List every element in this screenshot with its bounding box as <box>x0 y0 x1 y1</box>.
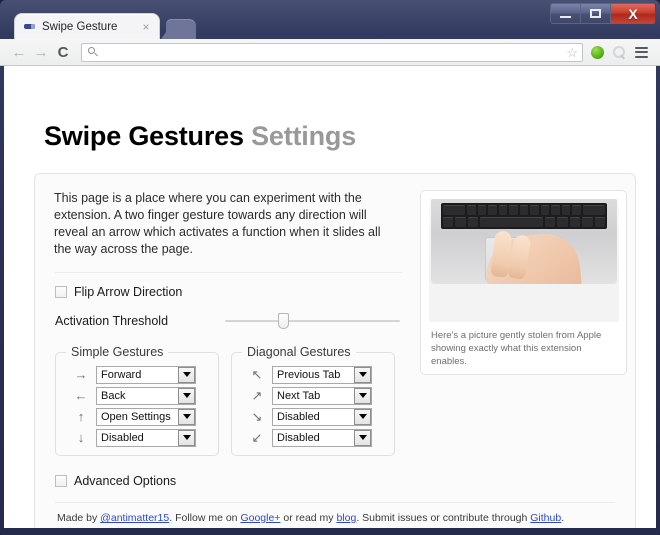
page-footer: Made by @antimatter15. Follow me on Goog… <box>57 512 619 524</box>
footer-text-2: . Follow me on <box>169 512 241 524</box>
activation-threshold-slider[interactable] <box>225 313 400 329</box>
new-tab-button[interactable] <box>166 19 196 39</box>
chevron-down-icon[interactable] <box>178 366 195 383</box>
gesture-row: ↓ Disabled <box>66 428 208 447</box>
select-value: Back <box>101 389 126 402</box>
chevron-down-icon[interactable] <box>178 429 195 446</box>
macbook-trackpad-two-finger-swipe-photo <box>429 199 619 322</box>
settings-right-column: Here's a picture gently stolen from Appl… <box>406 188 627 488</box>
swipe-gesture-favicon <box>23 20 36 33</box>
diagonal-gestures-fieldset: Diagonal Gestures ↖ Previous Tab ↗ Next … <box>231 345 395 456</box>
footer-divider <box>55 502 615 503</box>
footer-link-blog[interactable]: blog <box>336 512 356 524</box>
page-title-muted: Settings <box>251 121 357 151</box>
image-card: Here's a picture gently stolen from Appl… <box>420 190 627 375</box>
page-title-main: Swipe Gestures <box>44 121 244 151</box>
tab-title: Swipe Gesture <box>42 20 118 33</box>
diagonal-gesture-select-down-right[interactable]: Disabled <box>272 407 372 426</box>
chevron-down-icon[interactable] <box>354 408 371 425</box>
gesture-row: ↙ Disabled <box>242 428 384 447</box>
activation-threshold-label: Activation Threshold <box>55 314 169 328</box>
settings-left-column: This page is a place where you can exper… <box>51 188 406 488</box>
simple-gestures-fieldset: Simple Gestures → Forward ← Back ↑ Open … <box>55 345 219 456</box>
gesture-row: → Forward <box>66 365 208 384</box>
diagonal-gesture-select-down-left[interactable]: Disabled <box>272 428 372 447</box>
arrow-up-left-icon: ↖ <box>251 367 263 382</box>
tab-swipe-gesture[interactable]: Swipe Gesture × <box>14 13 160 39</box>
flip-arrow-direction-row[interactable]: Flip Arrow Direction <box>55 285 406 299</box>
settings-panel: This page is a place where you can exper… <box>34 173 636 528</box>
back-button[interactable]: ← <box>8 41 30 63</box>
footer-link-googleplus[interactable]: Google+ <box>240 512 280 524</box>
footer-link-github[interactable]: Github <box>530 512 561 524</box>
tab-strip: Swipe Gesture × <box>0 13 660 39</box>
simple-gesture-select-up[interactable]: Open Settings <box>96 407 196 426</box>
footer-text-5: . <box>561 512 565 524</box>
select-value: Next Tab <box>277 389 321 402</box>
chevron-down-icon[interactable] <box>178 408 195 425</box>
arrow-left-icon: ← <box>74 388 88 403</box>
gesture-row: ↖ Previous Tab <box>242 365 384 384</box>
advanced-options-label: Advanced Options <box>74 474 177 488</box>
settings-page: Swipe Gestures Settings This page is a p… <box>4 66 656 528</box>
activation-threshold-row: Activation Threshold <box>55 313 406 329</box>
intro-paragraph: This page is a place where you can exper… <box>54 191 381 256</box>
slider-track <box>225 320 400 322</box>
select-value: Open Settings <box>101 410 171 423</box>
browser-toolbar: ← → C ☆ <box>0 39 660 66</box>
chevron-down-icon[interactable] <box>178 387 195 404</box>
select-value: Disabled <box>277 410 320 423</box>
select-value: Disabled <box>101 431 144 444</box>
simple-gesture-select-right[interactable]: Forward <box>96 365 196 384</box>
arrow-up-right-icon: ↗ <box>251 388 263 403</box>
chevron-down-icon[interactable] <box>354 387 371 404</box>
select-value: Disabled <box>277 431 320 444</box>
chrome-menu-icon[interactable] <box>630 41 652 63</box>
diagonal-gesture-select-up-left[interactable]: Previous Tab <box>272 365 372 384</box>
chevron-down-icon[interactable] <box>354 366 371 383</box>
bookmark-star-icon[interactable]: ☆ <box>566 46 578 59</box>
extension-gray-icon[interactable] <box>608 41 630 63</box>
divider-top <box>55 272 402 273</box>
tab-close-icon[interactable]: × <box>139 21 153 33</box>
arrow-down-left-icon: ↙ <box>251 430 263 445</box>
search-icon <box>88 46 99 58</box>
forward-button[interactable]: → <box>30 41 52 63</box>
select-value: Forward <box>101 368 142 381</box>
arrow-down-right-icon: ↘ <box>251 409 263 424</box>
simple-gesture-select-left[interactable]: Back <box>96 386 196 405</box>
page-viewport: Swipe Gestures Settings This page is a p… <box>4 66 656 528</box>
address-input[interactable] <box>99 45 578 59</box>
chevron-down-icon[interactable] <box>354 429 371 446</box>
diagonal-gesture-select-up-right[interactable]: Next Tab <box>272 386 372 405</box>
address-bar[interactable]: ☆ <box>81 42 583 62</box>
gesture-row: ↘ Disabled <box>242 407 384 426</box>
flip-arrow-direction-label: Flip Arrow Direction <box>74 285 183 299</box>
simple-gestures-legend: Simple Gestures <box>71 345 164 359</box>
arrow-up-icon: ↑ <box>77 409 85 424</box>
gesture-row: ↑ Open Settings <box>66 407 208 426</box>
simple-gesture-select-down[interactable]: Disabled <box>96 428 196 447</box>
diagonal-gestures-legend: Diagonal Gestures <box>247 345 351 359</box>
footer-text-3: or read my <box>280 512 337 524</box>
select-value: Previous Tab <box>277 368 341 381</box>
slider-thumb[interactable] <box>277 313 289 329</box>
footer-text-1: Made by <box>57 512 101 524</box>
reload-button[interactable]: C <box>52 41 74 63</box>
footer-link-author[interactable]: @antimatter15 <box>100 512 169 524</box>
extension-green-icon[interactable] <box>586 41 608 63</box>
arrow-right-icon: → <box>74 367 88 382</box>
advanced-options-row[interactable]: Advanced Options <box>55 474 406 488</box>
keyboard-illustration <box>441 203 607 229</box>
gesture-row: ↗ Next Tab <box>242 386 384 405</box>
gesture-row: ← Back <box>66 386 208 405</box>
footer-text-4: . Submit issues or contribute through <box>356 512 531 524</box>
page-title: Swipe Gestures Settings <box>4 66 656 152</box>
arrow-down-icon: ↓ <box>77 430 85 445</box>
browser-window: X Swipe Gesture × ← → C ☆ Swipe Gestures… <box>0 0 660 535</box>
gesture-fieldsets: Simple Gestures → Forward ← Back ↑ Open … <box>55 345 406 456</box>
flip-arrow-direction-checkbox[interactable] <box>55 286 67 298</box>
advanced-options-checkbox[interactable] <box>55 475 67 487</box>
image-caption: Here's a picture gently stolen from Appl… <box>431 330 602 367</box>
